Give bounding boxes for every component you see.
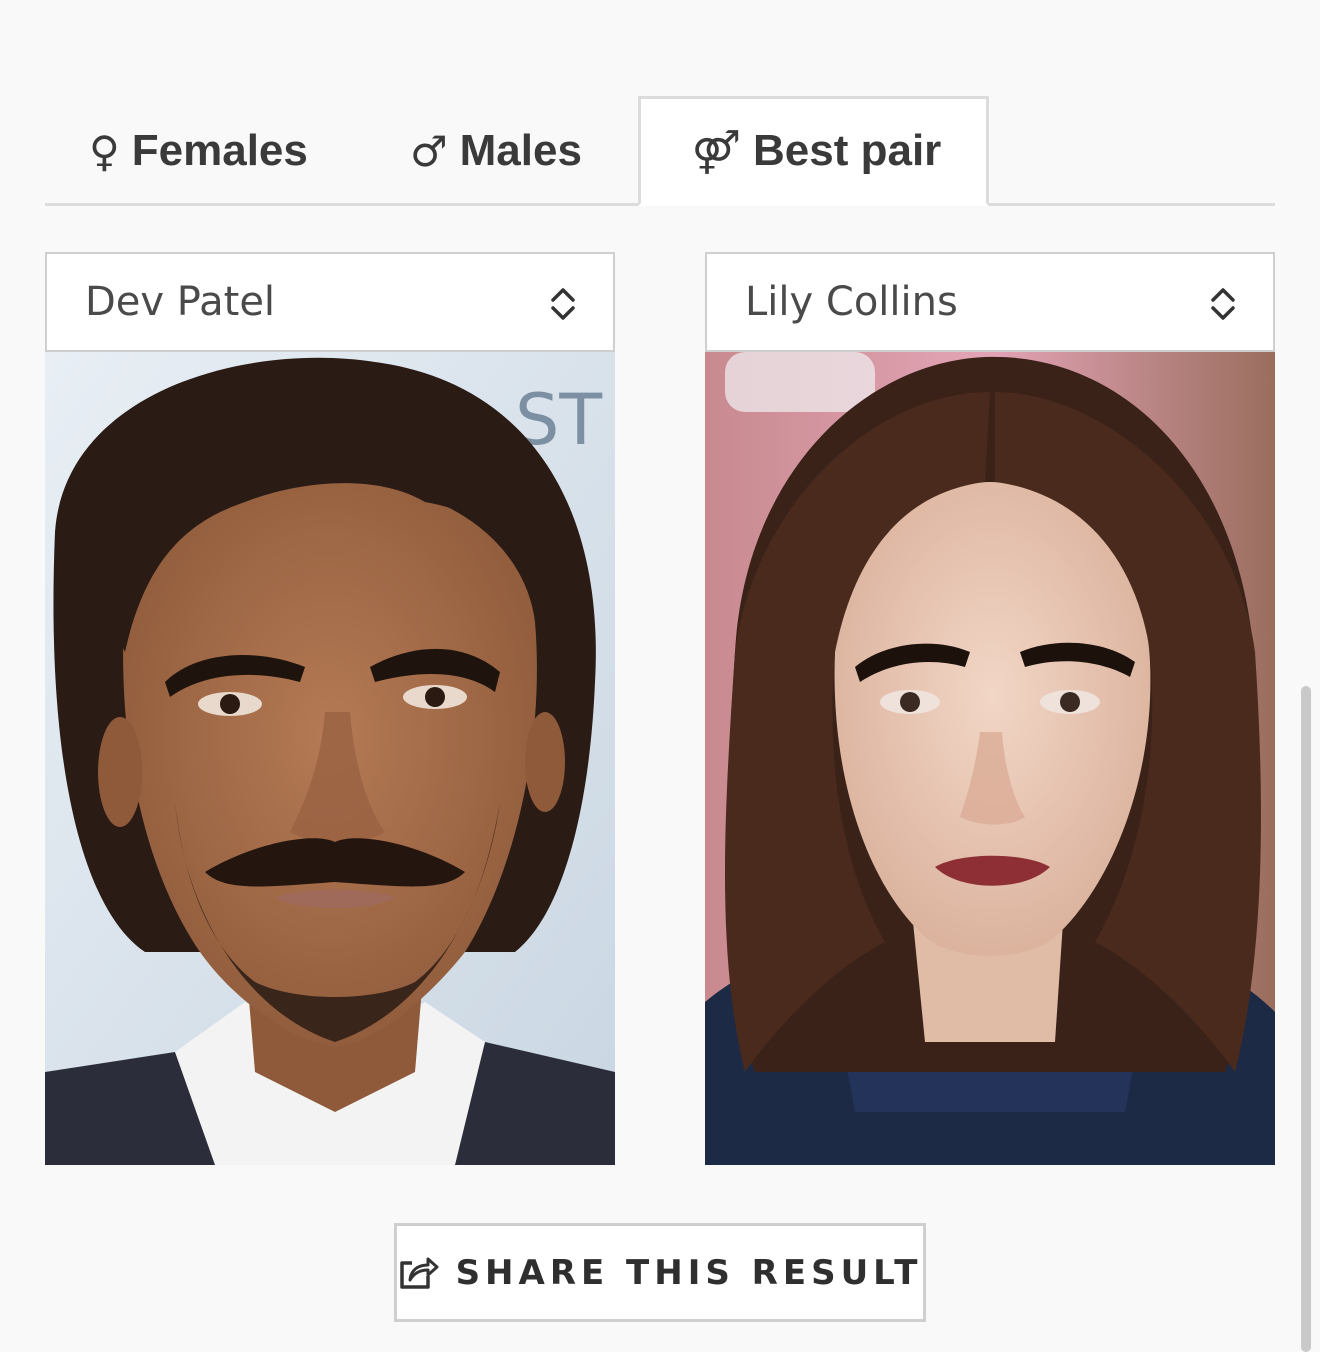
pair-icon: ⚤ [691,126,742,176]
female-select-value: Lily Collins [745,279,958,325]
chevron-updown-icon [1211,288,1235,320]
female-icon: ♀ [89,126,120,176]
tab-best-pair[interactable]: ⚤ Best pair [638,96,989,206]
male-icon: ♂ [410,126,448,176]
tab-best-pair-label: Best pair [753,126,942,175]
tab-females-label: Females [131,126,308,175]
female-celebrity-select[interactable]: Lily Collins [705,252,1275,352]
share-result-label: SHARE THIS RESULT [455,1252,923,1293]
tab-males[interactable]: ♂ Males [410,96,582,206]
scrollbar-thumb[interactable] [1301,686,1311,1352]
tab-females[interactable]: ♀ Females [89,96,308,206]
chevron-updown-icon [551,288,575,320]
female-portrait-photo [705,352,1275,1165]
male-portrait-photo: ST [45,352,615,1165]
share-icon [399,1257,439,1289]
male-select-value: Dev Patel [85,279,276,325]
male-celebrity-select[interactable]: Dev Patel [45,252,615,352]
tab-males-label: Males [459,126,582,175]
share-result-button[interactable]: SHARE THIS RESULT [394,1223,926,1322]
gender-tabs: ♀ Females ♂ Males ⚤ Best pair [45,96,1275,206]
